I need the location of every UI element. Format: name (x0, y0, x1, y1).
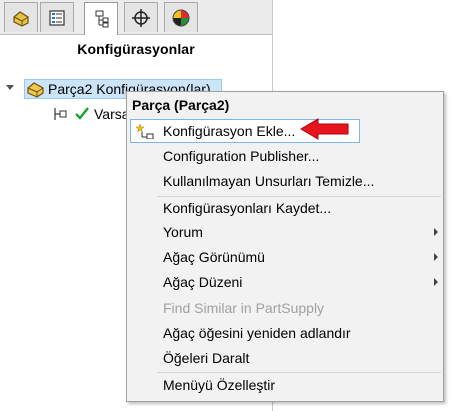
configuration-manager-icon (95, 10, 109, 28)
add-configuration-icon (136, 123, 154, 139)
property-manager-icon (49, 9, 65, 26)
menu-item-label: Öğeleri Daralt (163, 350, 250, 366)
menu-item-tree-display[interactable]: Ağaç Görünümü (128, 245, 442, 269)
tab-dimxpert-manager[interactable] (124, 2, 158, 32)
feature-manager-icon (13, 10, 29, 27)
active-check-icon (75, 107, 89, 120)
menu-item-label: Konfigürasyon Ekle... (163, 123, 296, 139)
tab-property-manager[interactable] (40, 2, 74, 32)
menu-item-rename-tree-item[interactable]: Ağaç öğesini yeniden adlandır (128, 321, 442, 345)
submenu-arrow-icon (434, 278, 438, 286)
menu-item-label: Ağaç Düzeni (163, 274, 243, 290)
menu-item-label: Find Similar in PartSupply (163, 300, 325, 316)
menu-item-label: Menüyü Özelleştir (163, 377, 276, 393)
menu-item-clean-unused-features[interactable]: Kullanılmayan Unsurları Temizle... (128, 169, 442, 193)
menu-header: Parça (Parça2) (132, 97, 230, 113)
configuration-icon (54, 108, 67, 120)
dimxpert-icon (132, 8, 150, 27)
context-menu: Parça (Parça2) Konfigürasyon Ekle... Con… (126, 91, 444, 402)
menu-item-label: Configuration Publisher... (163, 148, 320, 164)
collapse-toggle-icon[interactable] (6, 85, 14, 90)
submenu-arrow-icon (434, 253, 438, 261)
display-manager-icon (172, 9, 190, 26)
menu-item-comment[interactable]: Yorum (128, 220, 442, 244)
menu-item-label: Konfigürasyonları Kaydet... (163, 200, 332, 216)
menu-item-label: Kullanılmayan Unsurları Temizle... (163, 173, 375, 189)
tab-configuration-manager[interactable] (84, 2, 118, 35)
menu-item-label: Yorum (163, 224, 203, 240)
menu-item-save-configurations[interactable]: Konfigürasyonları Kaydet... (128, 196, 442, 220)
menu-item-tree-order[interactable]: Ağaç Düzeni (128, 270, 442, 294)
tree-child-label: Varsa (94, 106, 130, 122)
part-icon (27, 82, 44, 98)
tab-display-manager[interactable] (164, 2, 198, 32)
menu-item-collapse-items[interactable]: Öğeleri Daralt (128, 346, 442, 370)
submenu-arrow-icon (434, 228, 438, 236)
tab-feature-manager[interactable] (4, 2, 38, 32)
panel-title: Konfigürasyonlar (77, 41, 195, 57)
menu-item-configuration-publisher[interactable]: Configuration Publisher... (128, 144, 442, 168)
menu-item-customize-menu[interactable]: Menüyü Özelleştir (128, 373, 442, 397)
manager-tab-bar (0, 0, 272, 35)
menu-item-label: Ağaç öğesini yeniden adlandır (163, 325, 351, 341)
menu-item-add-configuration[interactable]: Konfigürasyon Ekle... (128, 119, 442, 143)
annotation-arrow-icon (300, 118, 349, 140)
menu-item-label: Ağaç Görünümü (163, 249, 265, 265)
menu-item-find-similar: Find Similar in PartSupply (128, 296, 442, 320)
